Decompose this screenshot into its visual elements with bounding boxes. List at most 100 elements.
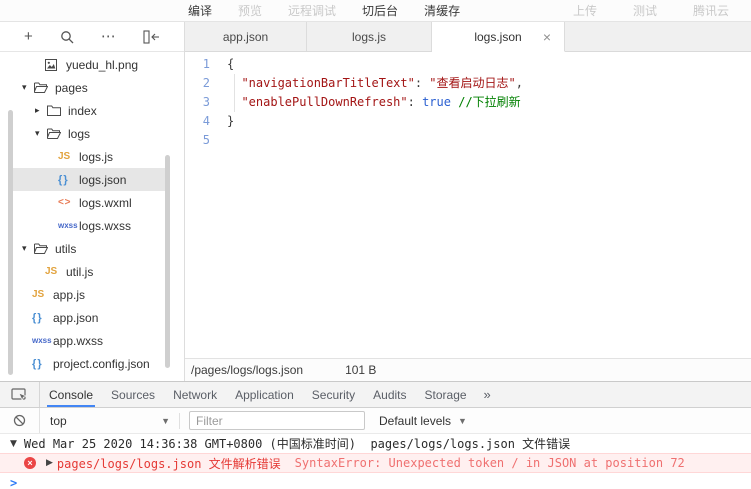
prompt-chevron-icon: > [10,476,18,489]
tree-item-label: logs.json [79,172,127,187]
collapse-sidebar-icon[interactable] [143,29,160,44]
tree-item[interactable]: ▾ utils [13,237,167,260]
editor-tab[interactable]: logs.json × [432,22,565,52]
editor-tabbar: app.json logs.js logs.json × [185,22,751,52]
js-file-icon: JS [45,266,58,277]
line-number: 1 [202,57,210,71]
console-error-row[interactable]: × ▶ pages/logs/logs.json 文件解析错误 SyntaxEr… [0,453,751,473]
tree-item[interactable]: JS util.js [13,260,167,283]
toolbar-button[interactable]: 腾讯云 [693,2,729,19]
expander-arrow-icon[interactable]: ▾ [35,128,47,139]
tree-item-label: logs.js [79,149,114,164]
expander-arrow-icon[interactable]: ▾ [22,82,34,93]
tree-item-label: logs.wxml [79,195,132,210]
tree-item[interactable]: { } app.json [13,306,167,329]
tree-item[interactable]: JS app.js [13,283,167,306]
code-line: 3 "enablePullDownRefresh": true //下拉刷新 [185,93,751,112]
toolbar-button[interactable]: 上传 [573,2,597,19]
top-toolbar: 编译 预览 远程调试 切后台 清缓存 上传 测试 腾讯云 [0,0,751,22]
tree-item[interactable]: { } logs.json [13,168,167,191]
tree-item[interactable]: ▾ logs [13,122,167,145]
line-number: 4 [202,114,210,128]
tree-item[interactable]: yuedu_hl.png [13,53,167,76]
devtools-tab-console[interactable]: Console [40,382,102,407]
tree-item[interactable]: JS logs.js [13,145,167,168]
code-token: true [422,95,451,109]
code-token: "enablePullDownRefresh" [241,95,408,109]
file-tree: yuedu_hl.png ▾ pages ▸ index ▾ logs JS logs.js { … [0,52,184,375]
more-tabs-icon[interactable]: » [476,382,499,407]
tree-item[interactable]: ▸ index [13,99,167,122]
devtools-tabbar: Console Sources Network Application Security… [0,382,751,408]
code-token: : [407,95,423,109]
line-number: 5 [202,133,210,147]
sidebar-right-scrollbar[interactable] [165,155,170,368]
chevron-down-icon: ▼ [161,415,170,426]
more-options-icon[interactable]: ⋯ [101,29,116,44]
expander-open-icon[interactable]: ▼ [10,439,17,449]
tree-item[interactable]: < > logs.wxml [13,191,167,214]
code-editor[interactable]: 1 {2 "navigationBarTitleText": "查看启动日志", 3… [185,52,751,358]
sidebar-left-scrollbar[interactable] [8,110,13,375]
indent-guide [234,74,235,112]
error-source: pages/logs/logs.json 文件解析错误 [56,456,281,471]
add-file-icon[interactable]: + [24,29,33,44]
code-token: , [515,76,523,90]
toolbar-button[interactable]: 清缓存 [424,2,460,19]
console-prompt[interactable]: > [0,473,751,489]
tree-item-label: index [68,103,97,118]
devtools-tab-application[interactable]: Application [226,382,303,407]
expander-arrow-icon[interactable]: ▸ [35,105,47,116]
log-levels-selector[interactable]: Default levels ▼ [379,414,467,428]
code-line: 2 "navigationBarTitleText": "查看启动日志", [185,74,751,93]
wechat-devtools-window: 编译 预览 远程调试 切后台 清缓存 上传 测试 腾讯云 + ⋯ yuedu_hl.png ▾… [0,0,751,489]
expander-closed-icon[interactable]: ▶ [46,458,53,468]
filter-input[interactable] [189,411,365,430]
code-line-text: { [227,55,234,74]
tree-item[interactable]: wxss logs.wxss [13,214,167,237]
editor-tab[interactable]: logs.js [307,22,432,51]
toolbar-button[interactable]: 预览 [238,2,262,19]
inspect-element-icon[interactable] [0,382,40,407]
console-log-row[interactable]: ▼ Wed Mar 25 2020 14:36:38 GMT+0800 (中国标… [0,434,751,453]
json-file-icon: { } [32,357,42,370]
context-selector[interactable]: top ▼ [50,414,170,428]
tree-item-label: app.js [53,287,86,302]
devtools-tab-network[interactable]: Network [164,382,226,407]
devtools-tab-storage[interactable]: Storage [416,382,476,407]
toolbar-button[interactable]: 编译 [188,2,212,19]
tree-item-label: app.json [53,310,99,325]
tree-item[interactable]: { } project.config.json [13,352,167,375]
js-file-icon: JS [58,151,71,162]
tree-item-label: utils [55,241,77,256]
search-icon[interactable] [60,30,74,44]
explorer-toolbar: + ⋯ [0,22,184,52]
editor-tab[interactable]: app.json [185,22,307,51]
code-token: } [227,114,235,128]
devtools-tab-security[interactable]: Security [303,382,364,407]
tree-item[interactable]: ▾ pages [13,76,167,99]
editor-pane: app.json logs.js logs.json × 1 {2 "navigatio… [185,22,751,381]
tree-item[interactable]: wxss app.wxss [13,329,167,352]
toolbar-button[interactable]: 测试 [633,2,657,19]
tree-item-label: yuedu_hl.png [66,57,139,72]
devtools-tab-sources[interactable]: Sources [102,382,164,407]
line-number: 2 [202,76,210,90]
devtools-tab-audits[interactable]: Audits [364,382,415,407]
js-file-icon: JS [32,289,45,300]
file-path: /pages/logs/logs.json [191,363,304,377]
clear-console-icon[interactable] [0,408,40,433]
file-explorer-sidebar: + ⋯ yuedu_hl.png ▾ pages ▸ index ▾ logs JS logs.… [0,22,185,381]
toolbar-button[interactable]: 远程调试 [288,2,336,19]
tab-close-icon[interactable]: × [543,30,551,44]
code-line-text: } [227,112,234,131]
toolbar-button[interactable]: 切后台 [362,2,398,19]
context-value: top [50,413,67,428]
wxss-file-icon: wxss [58,221,78,230]
expander-arrow-icon[interactable]: ▾ [22,243,34,254]
tree-item-label: util.js [66,264,94,279]
editor-tab-label: app.json [222,29,269,44]
wxml-file-icon: < > [58,197,70,208]
json-file-icon: { } [32,311,42,324]
code-line: 5 [185,131,751,150]
